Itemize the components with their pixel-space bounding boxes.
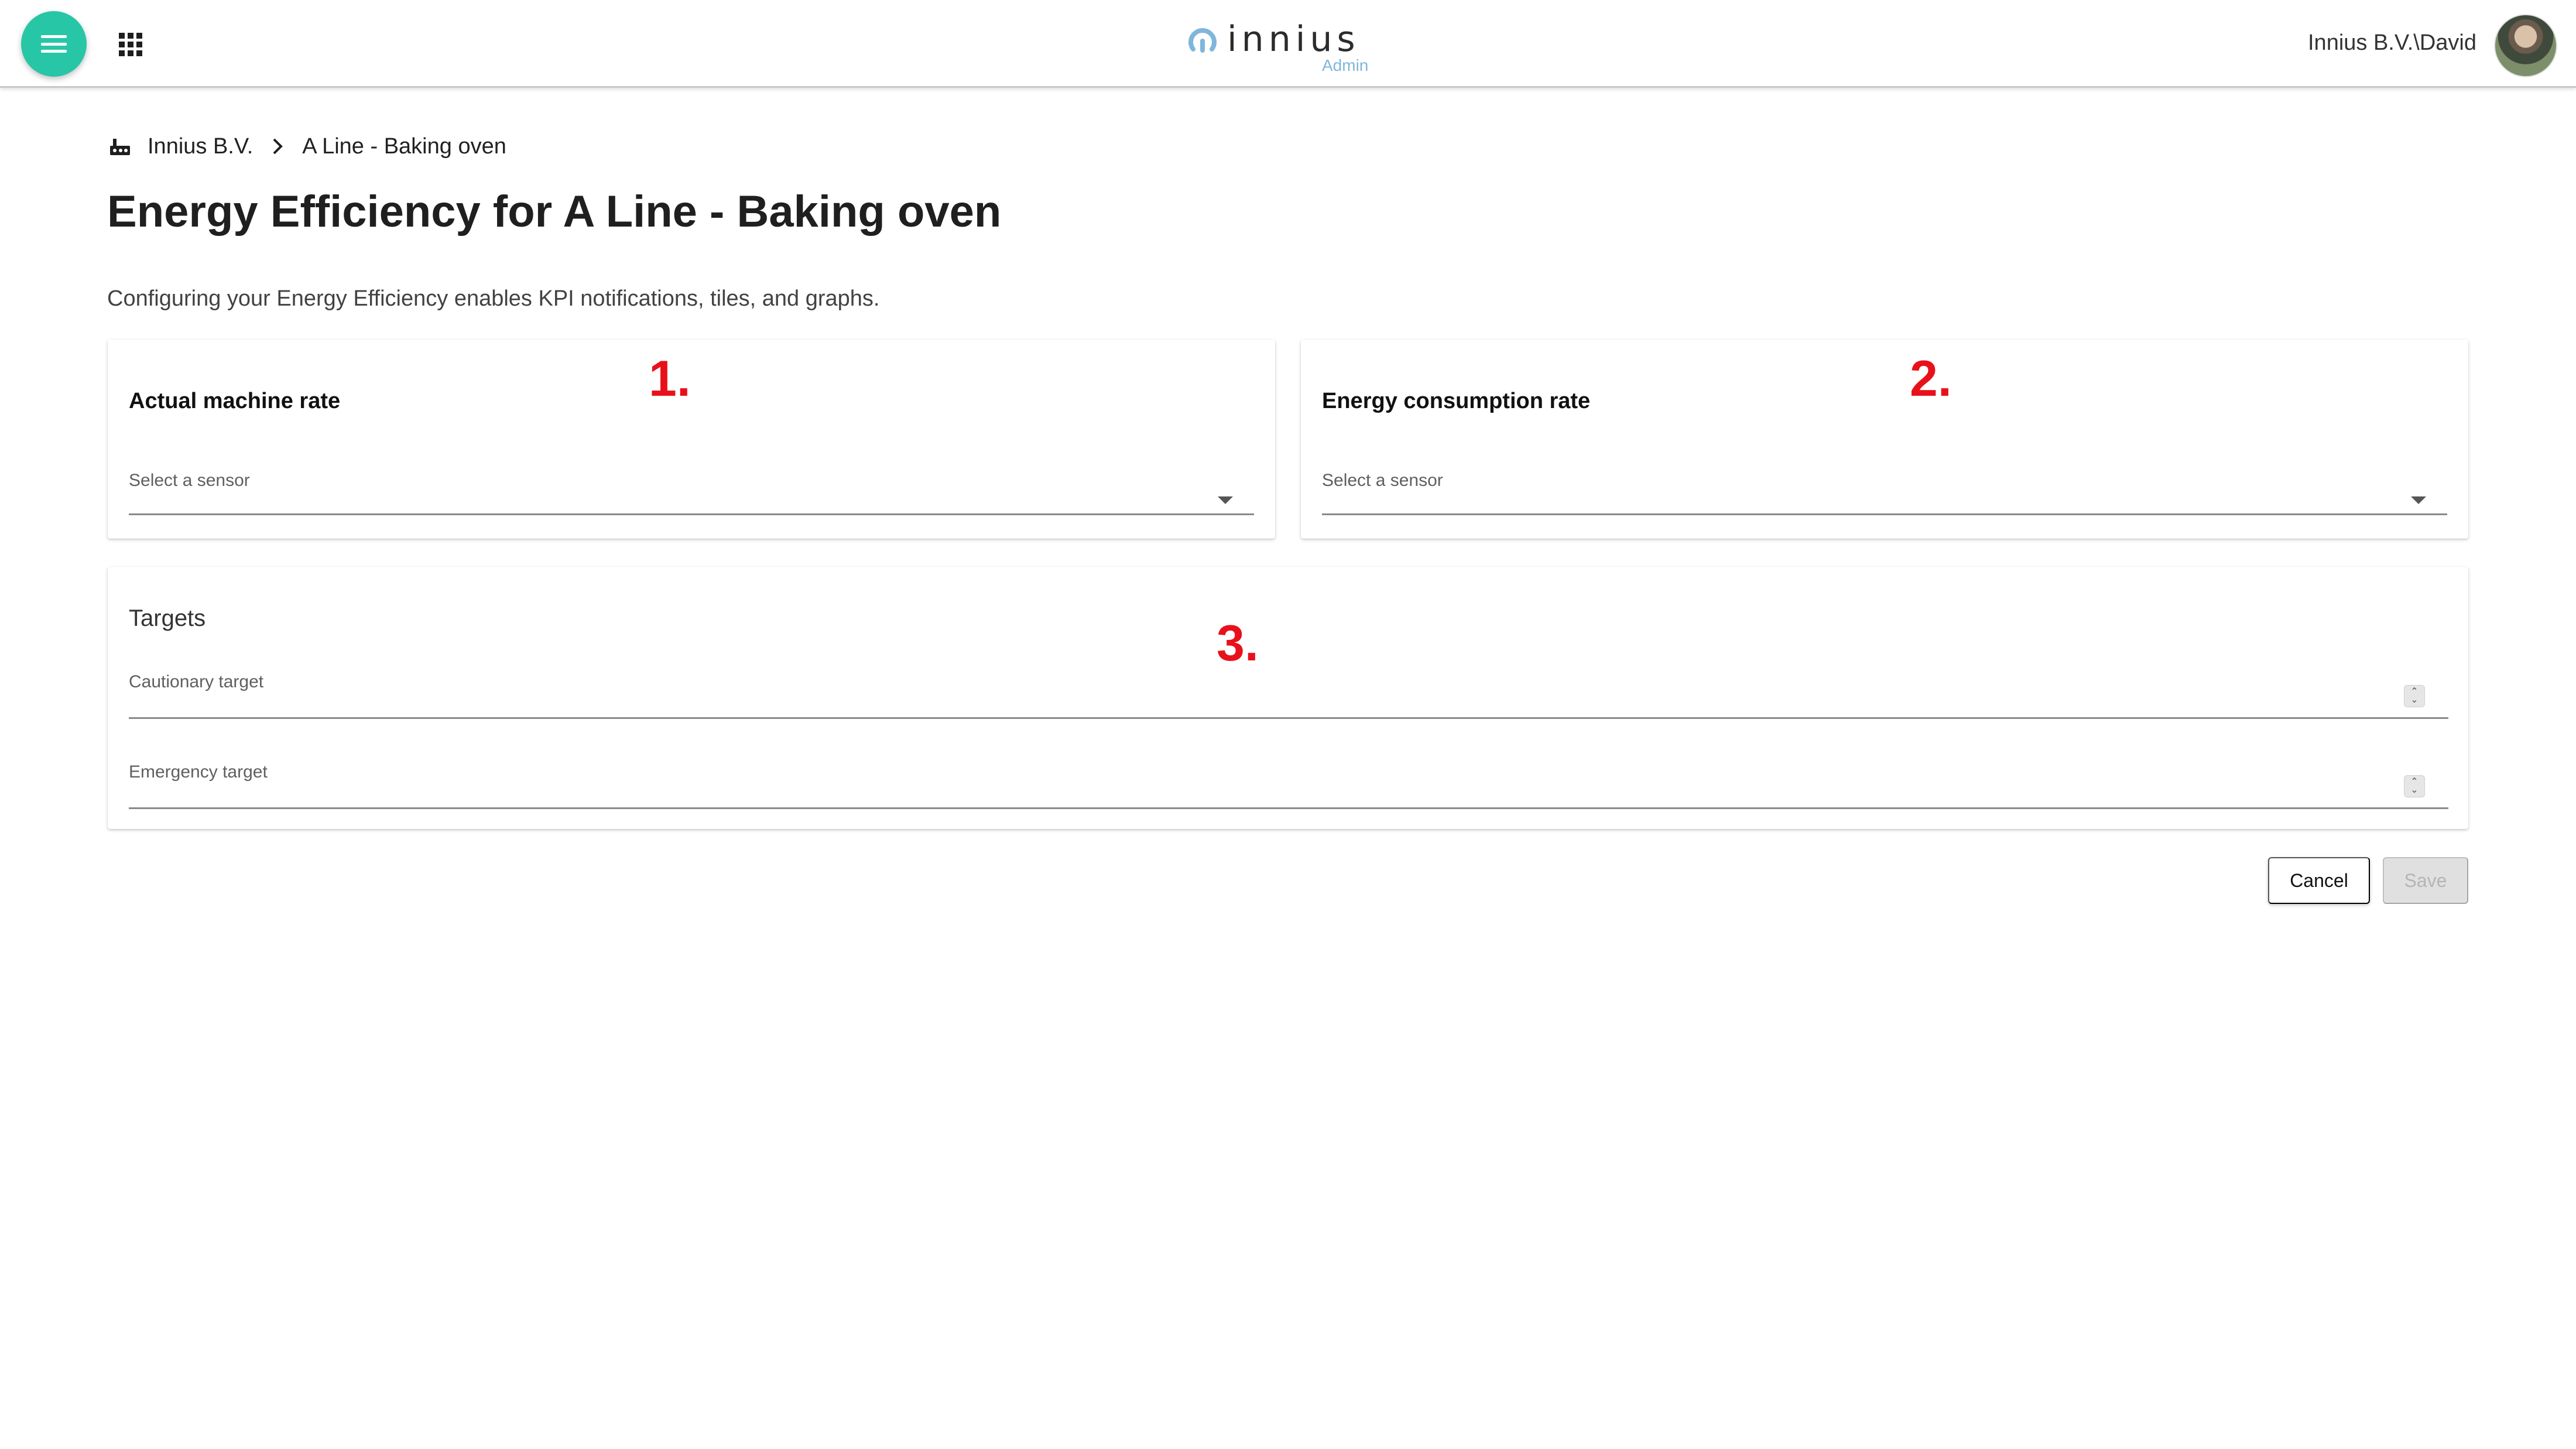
annotation-marker-1: 1. [649,351,691,407]
card-actual-machine-rate: Actual machine rate Select a sensor [108,340,1275,539]
page: innius Admin Innius B.V.\David Innius B.… [0,0,2576,1449]
breadcrumb: Innius B.V. A Line - Baking oven [108,132,506,161]
cancel-button[interactable]: Cancel [2268,857,2370,904]
chevron-right-icon [273,138,283,155]
select-label: Select a sensor [129,471,250,490]
breadcrumb-item-machine[interactable]: A Line - Baking oven [302,134,506,159]
save-button[interactable]: Save [2383,857,2468,904]
cautionary-target-input[interactable]: Cautionary target ⌃ ⌄ [129,672,2448,719]
annotation-marker-2: 2. [1910,351,1952,407]
energy-rate-sensor-select[interactable]: Select a sensor [1322,468,2447,515]
page-subtitle: Configuring your Energy Efficiency enabl… [107,286,880,311]
emergency-target-label: Emergency target [129,762,268,782]
menu-button[interactable] [21,11,87,77]
card-targets: Targets Cautionary target ⌃ ⌄ Emergency t… [108,567,2468,829]
number-stepper-icon[interactable]: ⌃ ⌄ [2404,685,2425,707]
card-energy-consumption-rate: Energy consumption rate Select a sensor [1301,340,2468,539]
number-stepper-icon[interactable]: ⌃ ⌄ [2404,775,2425,797]
caret-down-icon [1218,496,1233,504]
select-label: Select a sensor [1322,471,1443,490]
card-title-energy-rate: Energy consumption rate [1322,389,1591,413]
logo-text: innius [1227,19,1360,60]
app-logo[interactable]: innius Admin [1187,19,1386,74]
page-title: Energy Efficiency for A Line - Baking ov… [107,187,1002,237]
avatar[interactable] [2494,14,2557,77]
machine-rate-sensor-select[interactable]: Select a sensor [129,468,1254,515]
logo-mark-icon [1188,28,1217,53]
caret-down-icon [2411,496,2426,504]
emergency-target-input[interactable]: Emergency target ⌃ ⌄ [129,762,2448,809]
card-title-targets: Targets [129,605,206,631]
cautionary-target-label: Cautionary target [129,672,264,691]
card-title-machine-rate: Actual machine rate [129,389,341,413]
menu-icon [41,35,67,53]
breadcrumb-item-company[interactable]: Innius B.V. [148,134,253,159]
annotation-marker-3: 3. [1217,615,1259,672]
top-app-bar: innius Admin Innius B.V.\David [0,0,2576,88]
apps-grid-icon[interactable] [119,33,142,56]
factory-icon [110,139,130,155]
user-name[interactable]: Innius B.V.\David [2308,30,2476,56]
logo-subtext: Admin [1322,56,1369,74]
